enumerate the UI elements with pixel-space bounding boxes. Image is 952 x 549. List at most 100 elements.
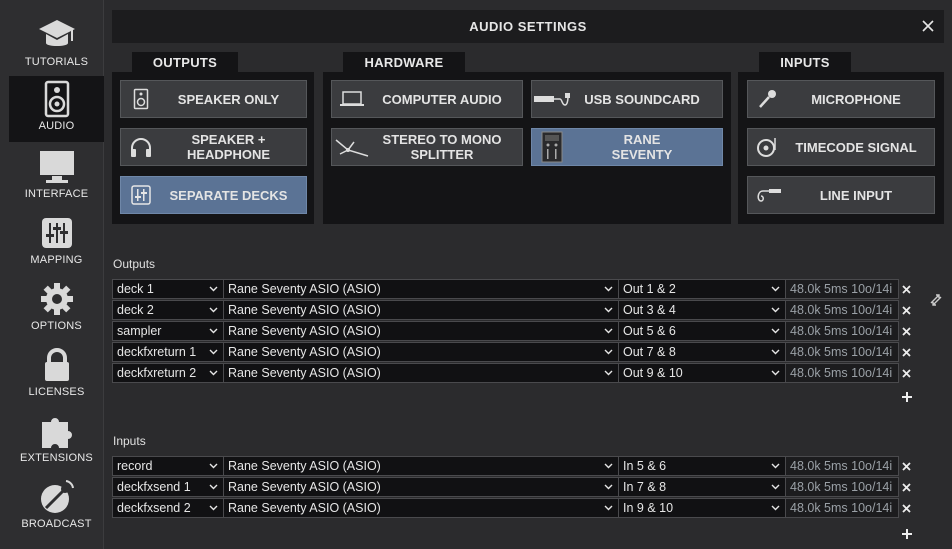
sidebar-item-label: OPTIONS [31, 320, 82, 332]
remove-row-close-icon[interactable] [899, 498, 913, 518]
remove-row-close-icon[interactable] [899, 477, 913, 497]
port-select[interactable]: In 9 & 10 [618, 498, 786, 518]
audio-settings-window: AUDIO SETTINGS OUTPUTS SPEAKER ONLY SPEA… [104, 0, 952, 549]
device-info: 48.0k 5ms 10o/14i [785, 456, 899, 476]
computer-audio-button[interactable]: COMPUTER AUDIO [331, 80, 523, 118]
table-row: deckfxsend 2 Rane Seventy ASIO (ASIO) In 9… [112, 498, 913, 518]
sidebar-item-mapping[interactable]: MAPPING [9, 210, 104, 274]
device-info: 48.0k 5ms 10o/14i [785, 279, 899, 299]
device-select[interactable]: Rane Seventy ASIO (ASIO) [223, 342, 619, 362]
chevron-down-icon [209, 349, 218, 355]
port-select[interactable]: Out 9 & 10 [618, 363, 786, 383]
port-value: In 9 & 10 [623, 501, 674, 515]
tab-hardware[interactable]: HARDWARE [343, 52, 465, 72]
sidebar-item-options[interactable]: OPTIONS [9, 276, 104, 340]
chevron-down-icon [604, 370, 613, 376]
sidebar-item-extensions[interactable]: EXTENSIONS [9, 408, 104, 472]
chevron-down-icon [771, 484, 780, 490]
port-value: Out 5 & 6 [623, 324, 676, 338]
channel-select[interactable]: record [112, 456, 224, 476]
channel-select[interactable]: deckfxreturn 2 [112, 363, 224, 383]
device-select[interactable]: Rane Seventy ASIO (ASIO) [223, 279, 619, 299]
sidebar-item-label: MAPPING [30, 254, 83, 266]
device-info: 48.0k 5ms 10o/14i [785, 342, 899, 362]
table-row: sampler Rane Seventy ASIO (ASIO) Out 5 & 6… [112, 321, 913, 341]
timecode-signal-button[interactable]: TIMECODE SIGNAL [747, 128, 935, 166]
port-select[interactable]: Out 3 & 4 [618, 300, 786, 320]
speaker-only-button[interactable]: SPEAKER ONLY [120, 80, 307, 118]
sidebar-item-label: AUDIO [38, 120, 75, 132]
port-value: Out 3 & 4 [623, 303, 676, 317]
channel-select[interactable]: deckfxsend 1 [112, 477, 224, 497]
port-select[interactable]: In 5 & 6 [618, 456, 786, 476]
device-select[interactable]: Rane Seventy ASIO (ASIO) [223, 363, 619, 383]
lock-icon [42, 344, 72, 386]
sidebar-item-audio[interactable]: AUDIO [9, 76, 104, 142]
chevron-down-icon [604, 463, 613, 469]
port-select[interactable]: Out 1 & 2 [618, 279, 786, 299]
device-info: 48.0k 5ms 10o/14i [785, 498, 899, 518]
add-output-plus-icon[interactable] [900, 390, 914, 409]
graduation-cap-icon [37, 14, 77, 56]
channel-value: deckfxreturn 1 [117, 345, 197, 359]
remove-row-close-icon[interactable] [899, 456, 913, 476]
close-icon[interactable] [920, 18, 936, 34]
channel-select[interactable]: sampler [112, 321, 224, 341]
remove-row-close-icon[interactable] [899, 363, 913, 383]
outputs-section-label: Outputs [113, 257, 156, 271]
device-select[interactable]: Rane Seventy ASIO (ASIO) [223, 321, 619, 341]
sidebar: TUTORIALS AUDIO INTERFACE MAPPING OPTION… [0, 0, 104, 549]
sidebar-item-label: EXTENSIONS [20, 452, 93, 464]
remove-row-close-icon[interactable] [899, 279, 913, 299]
swap-arrows-icon[interactable] [928, 292, 944, 313]
tab-inputs[interactable]: INPUTS [759, 52, 851, 72]
chevron-down-icon [604, 505, 613, 511]
table-row: deckfxreturn 1 Rane Seventy ASIO (ASIO) Ou… [112, 342, 913, 362]
headphones-icon [121, 136, 161, 158]
device-info: 48.0k 5ms 10o/14i [785, 363, 899, 383]
stereo-mono-splitter-button[interactable]: STEREO TO MONO SPLITTER [331, 128, 523, 166]
remove-row-close-icon[interactable] [899, 321, 913, 341]
port-select[interactable]: Out 7 & 8 [618, 342, 786, 362]
device-value: Rane Seventy ASIO (ASIO) [228, 501, 381, 515]
usb-soundcard-button[interactable]: USB SOUNDCARD [531, 80, 723, 118]
separate-decks-button[interactable]: SEPARATE DECKS [120, 176, 307, 214]
chevron-down-icon [771, 370, 780, 376]
channel-select[interactable]: deck 1 [112, 279, 224, 299]
device-value: Rane Seventy ASIO (ASIO) [228, 459, 381, 473]
sidebar-item-licenses[interactable]: LICENSES [9, 342, 104, 406]
remove-row-close-icon[interactable] [899, 300, 913, 320]
vinyl-icon [748, 136, 788, 158]
chevron-down-icon [771, 505, 780, 511]
channel-select[interactable]: deckfxsend 2 [112, 498, 224, 518]
chevron-down-icon [604, 328, 613, 334]
channel-value: deckfxsend 1 [117, 480, 191, 494]
device-select[interactable]: Rane Seventy ASIO (ASIO) [223, 477, 619, 497]
channel-value: deckfxsend 2 [117, 501, 191, 515]
speaker-headphone-button[interactable]: SPEAKER + HEADPHONE [120, 128, 307, 166]
tab-outputs[interactable]: OUTPUTS [132, 52, 238, 72]
table-row: deckfxreturn 2 Rane Seventy ASIO (ASIO) Ou… [112, 363, 913, 383]
chevron-down-icon [209, 328, 218, 334]
device-select[interactable]: Rane Seventy ASIO (ASIO) [223, 498, 619, 518]
channel-select[interactable]: deck 2 [112, 300, 224, 320]
add-input-plus-icon[interactable] [900, 527, 914, 546]
line-input-button[interactable]: LINE INPUT [747, 176, 935, 214]
chevron-down-icon [209, 307, 218, 313]
device-select[interactable]: Rane Seventy ASIO (ASIO) [223, 300, 619, 320]
sidebar-item-tutorials[interactable]: TUTORIALS [9, 12, 104, 76]
microphone-button[interactable]: MICROPHONE [747, 80, 935, 118]
sidebar-item-interface[interactable]: INTERFACE [9, 144, 104, 208]
device-select[interactable]: Rane Seventy ASIO (ASIO) [223, 456, 619, 476]
microphone-icon [748, 88, 788, 110]
chevron-down-icon [604, 484, 613, 490]
table-row: record Rane Seventy ASIO (ASIO) In 5 & 6 48… [112, 456, 913, 476]
remove-row-close-icon[interactable] [899, 342, 913, 362]
port-select[interactable]: In 7 & 8 [618, 477, 786, 497]
rane-seventy-button[interactable]: RANE SEVENTY [531, 128, 723, 166]
channel-select[interactable]: deckfxreturn 1 [112, 342, 224, 362]
port-value: In 5 & 6 [623, 459, 667, 473]
port-select[interactable]: Out 5 & 6 [618, 321, 786, 341]
chevron-down-icon [604, 307, 613, 313]
sidebar-item-broadcast[interactable]: BROADCAST [9, 474, 104, 538]
